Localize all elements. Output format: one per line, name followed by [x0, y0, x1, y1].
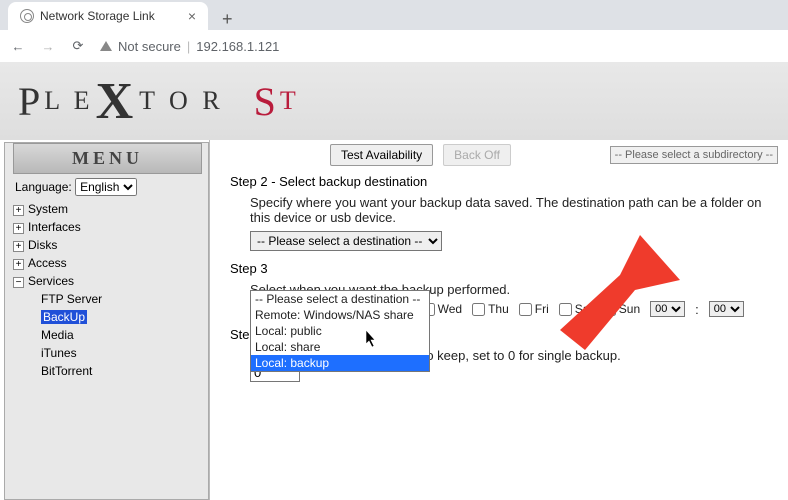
tree-label[interactable]: Disks — [28, 238, 57, 252]
plus-icon[interactable]: + — [13, 223, 24, 234]
language-select[interactable]: English — [75, 178, 137, 196]
tree-label[interactable]: System — [28, 202, 68, 216]
mouse-cursor-icon — [365, 330, 377, 346]
day-checkbox[interactable] — [472, 303, 485, 316]
address-bar: ← → ⟳ Not secure | 192.168.1.121 — [0, 30, 788, 62]
plus-icon[interactable]: + — [13, 259, 24, 270]
url-text: 192.168.1.121 — [196, 39, 279, 54]
back-button[interactable]: ← — [10, 39, 26, 54]
step2-heading: Step 2 - Select backup destination — [230, 174, 778, 189]
step2-text: Specify where you want your backup data … — [250, 195, 778, 225]
destination-dropdown[interactable]: -- Please select a destination --Remote:… — [250, 290, 430, 372]
warning-icon — [100, 41, 112, 51]
globe-icon — [20, 9, 34, 23]
tree-item-media[interactable]: Media — [41, 326, 208, 344]
annotation-arrow — [490, 235, 680, 355]
minus-icon[interactable]: − — [13, 277, 24, 288]
language-row: Language: English — [13, 176, 208, 200]
main-area: MENU Language: English + System + Interface… — [0, 140, 788, 500]
tree-label[interactable]: Interfaces — [28, 220, 81, 234]
browser-chrome: Network Storage Link × + ← → ⟳ Not secur… — [0, 0, 788, 62]
tree-item-disks[interactable]: + Disks — [13, 236, 208, 254]
subdirectory-select[interactable]: -- Please select a subdirectory -- — [610, 146, 778, 164]
tree-item-access[interactable]: + Access — [13, 254, 208, 272]
dest-option[interactable]: Remote: Windows/NAS share — [251, 307, 429, 323]
url-area[interactable]: Not secure | 192.168.1.121 — [100, 39, 279, 54]
sidebar: MENU Language: English + System + Interface… — [4, 142, 209, 500]
dest-option[interactable]: Local: public — [251, 323, 429, 339]
tree-label[interactable]: Access — [28, 256, 67, 270]
plus-icon[interactable]: + — [13, 205, 24, 216]
minute-select[interactable]: 00 — [709, 301, 744, 317]
menu-label: MENU — [72, 148, 143, 168]
tree-item-backup[interactable]: BackUp — [41, 308, 208, 326]
language-label: Language: — [15, 180, 72, 194]
security-label: Not secure — [118, 39, 181, 54]
back-off-button[interactable]: Back Off — [443, 144, 511, 166]
reload-button[interactable]: ⟳ — [70, 38, 86, 54]
forward-button[interactable]: → — [40, 39, 56, 54]
tab-bar: Network Storage Link × + — [0, 0, 788, 30]
plus-icon[interactable]: + — [13, 241, 24, 252]
destination-select[interactable]: -- Please select a destination -- — [250, 231, 442, 251]
tree-item-ftp-server[interactable]: FTP Server — [41, 290, 208, 308]
top-button-row: Test Availability Back Off -- Please sel… — [330, 144, 778, 166]
tree-item-itunes[interactable]: iTunes — [41, 344, 208, 362]
dest-option[interactable]: Local: backup — [251, 355, 429, 371]
new-tab-button[interactable]: + — [216, 9, 239, 30]
tree-item-services[interactable]: −Services — [13, 272, 208, 290]
browser-tab[interactable]: Network Storage Link × — [8, 2, 208, 30]
tree-item-bittorrent[interactable]: BitTorrent — [41, 362, 208, 380]
brand-logo: PL E X T O R ST — [0, 62, 788, 140]
test-availability-button[interactable]: Test Availability — [330, 144, 433, 166]
content-panel: Test Availability Back Off -- Please sel… — [209, 140, 788, 500]
tree-label[interactable]: Services — [28, 274, 74, 288]
close-icon[interactable]: × — [188, 8, 196, 24]
tree-sub: FTP ServerBackUpMediaiTunesBitTorrent — [13, 290, 208, 380]
tree-item-system[interactable]: + System — [13, 200, 208, 218]
menu-header: MENU — [13, 143, 202, 174]
dest-option[interactable]: -- Please select a destination -- — [251, 291, 429, 307]
dest-option[interactable]: Local: share — [251, 339, 429, 355]
nav-tree: +System+Interfaces+Disks+Access−Services… — [13, 200, 208, 380]
tab-title: Network Storage Link — [40, 9, 182, 23]
tree-item-interfaces[interactable]: + Interfaces — [13, 218, 208, 236]
